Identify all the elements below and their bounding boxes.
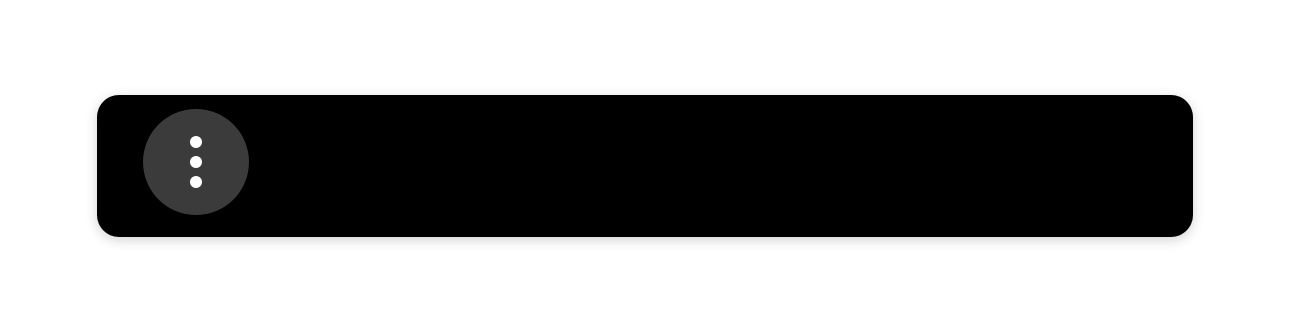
toolbar [97,95,1193,237]
more-options-button[interactable] [143,109,249,215]
more-vertical-icon [190,136,202,188]
